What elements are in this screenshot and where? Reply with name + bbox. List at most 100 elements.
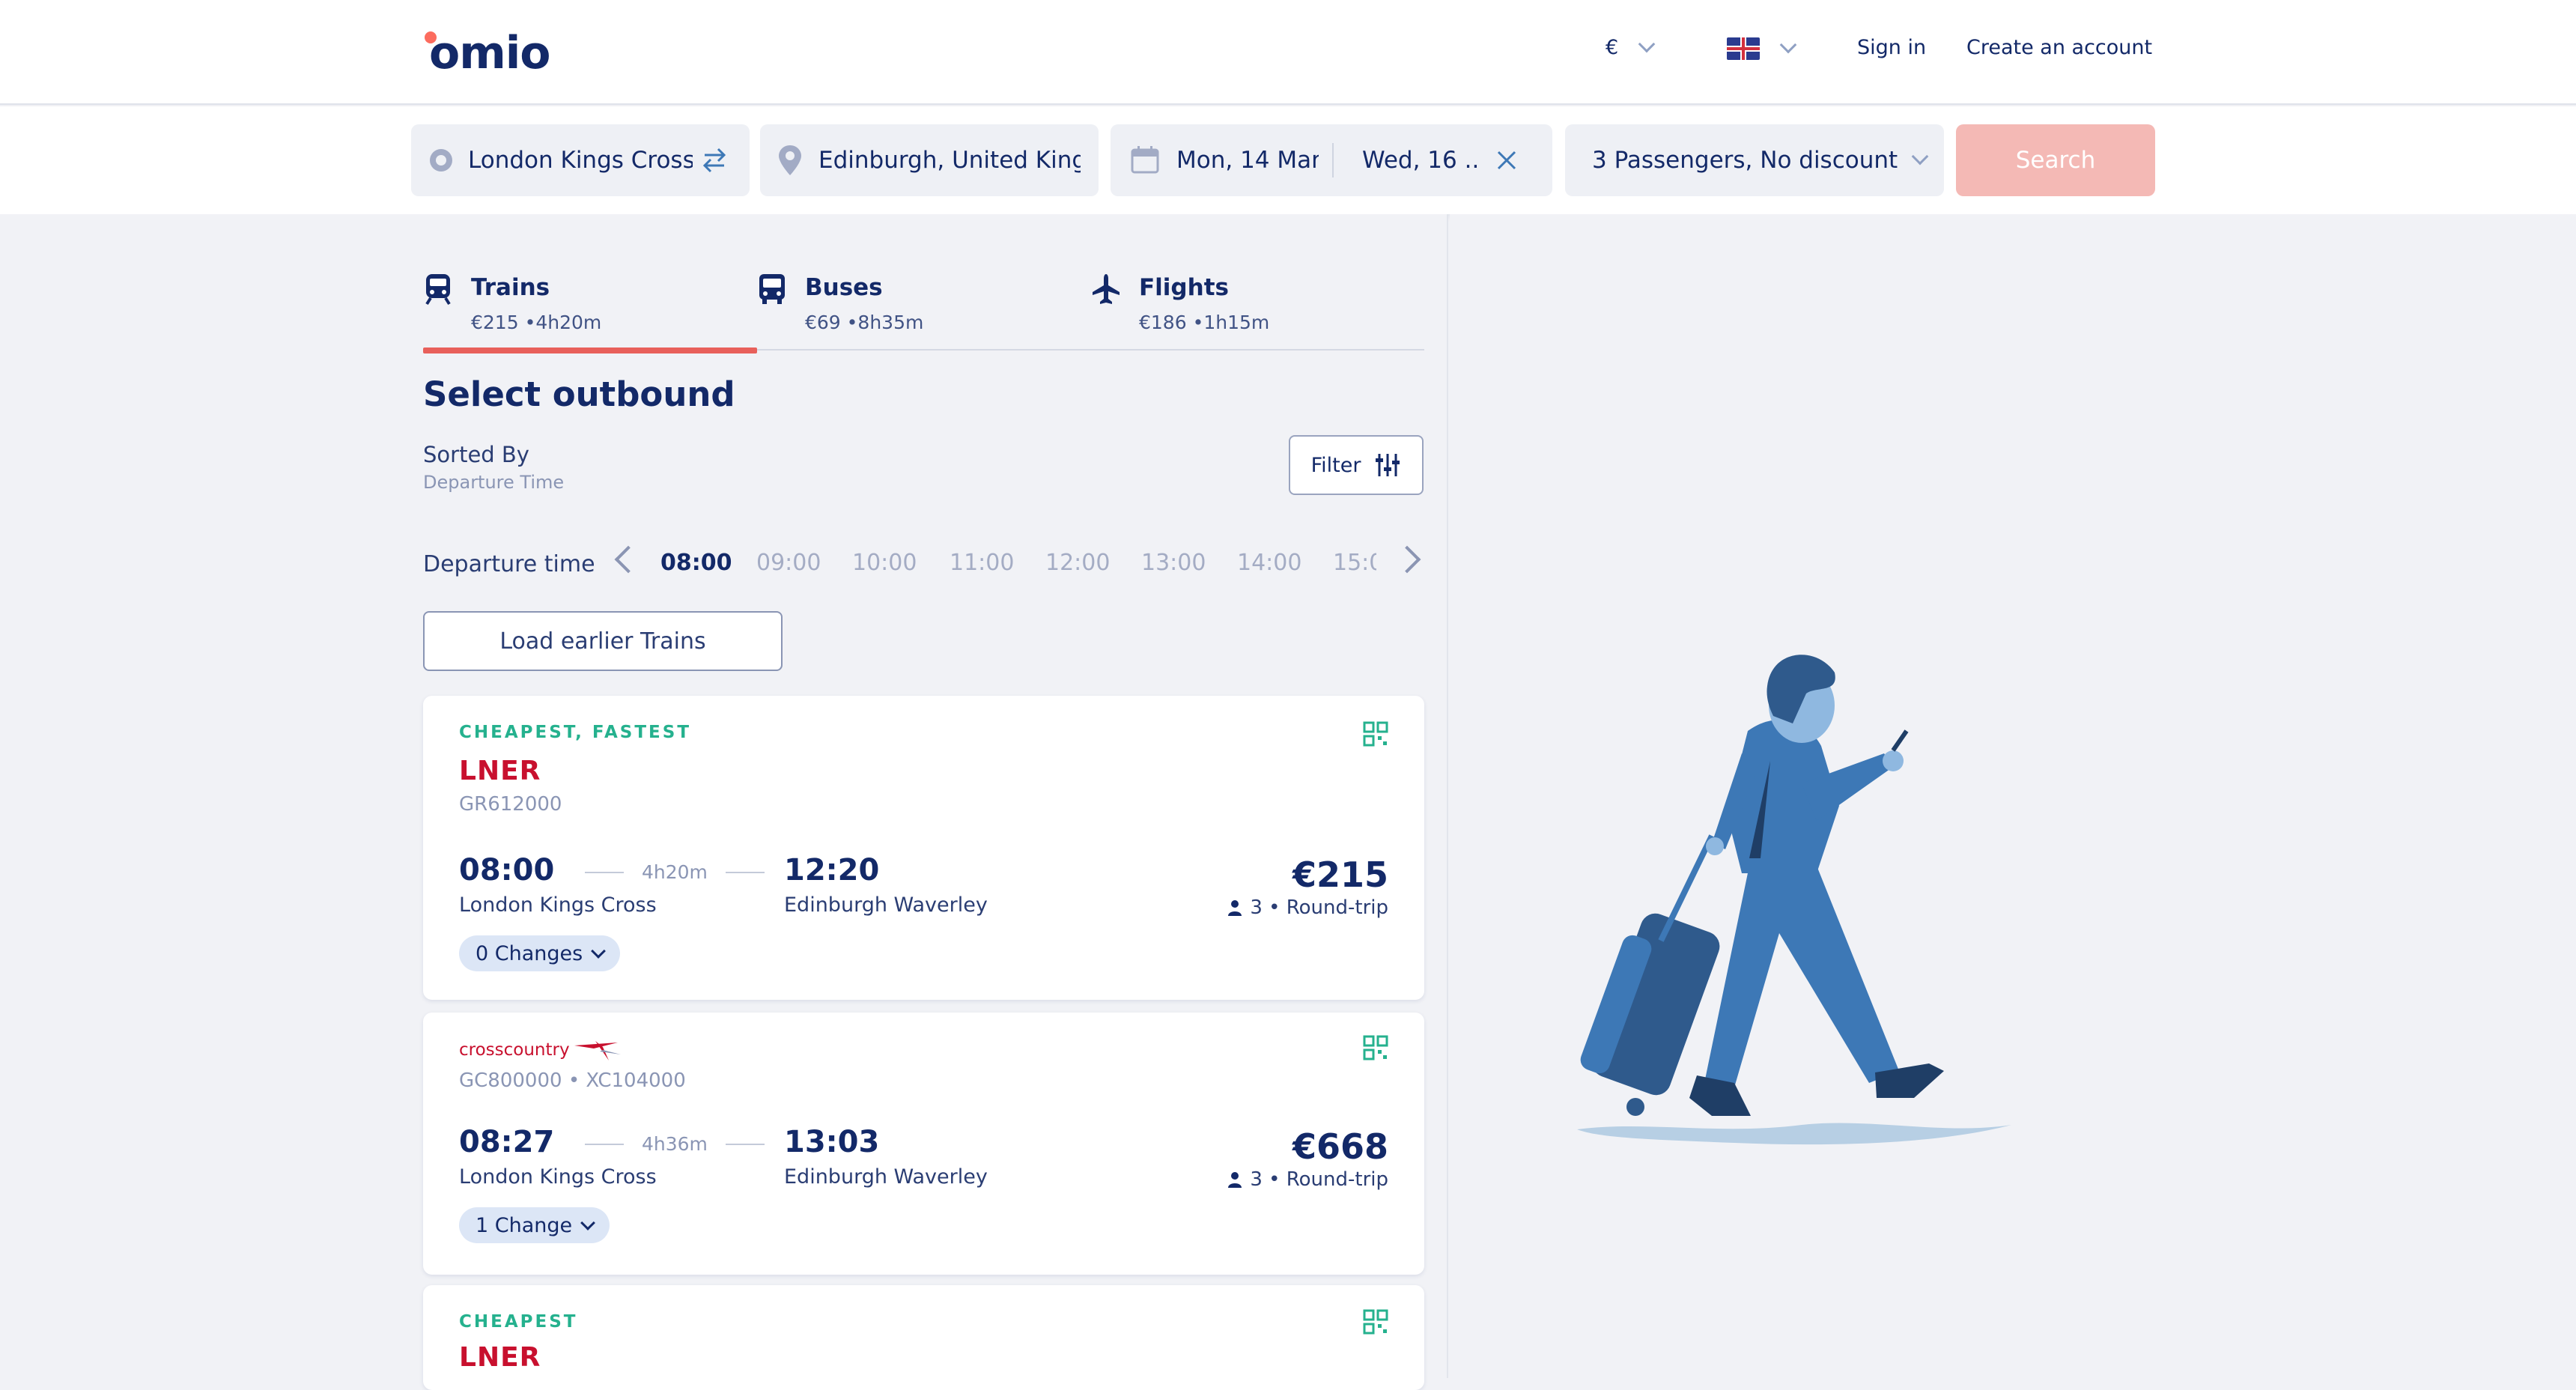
logo-text: omio [429, 27, 551, 79]
time-slot[interactable]: 08:00 [660, 550, 732, 576]
duration-value: 4h36m [642, 1133, 708, 1155]
illustration-panel [1450, 214, 2576, 1378]
sorted-by-value[interactable]: Departure Time [423, 472, 564, 493]
time-slot[interactable]: 09:00 [756, 550, 821, 576]
arrival-station: Edinburgh Waverley [784, 1165, 988, 1189]
arrival-time: 13:03 [784, 1125, 880, 1159]
chevron-down-icon [591, 944, 607, 959]
departure-station: London Kings Cross [459, 1165, 657, 1189]
uk-flag-icon [1727, 37, 1760, 60]
departure-time-strip: 08:00 09:00 10:00 11:00 12:00 13:00 14:0… [608, 535, 1432, 587]
passengers-value: 3 Passengers, No discount card [1592, 147, 1904, 174]
result-badge: CHEAPEST, FASTEST [459, 723, 692, 742]
date-divider [1332, 143, 1334, 177]
changes-text: 1 Change [476, 1213, 573, 1237]
origin-circle-icon [430, 149, 452, 172]
search-bar: London Kings Cross, Edinburgh, United Ki… [0, 106, 2576, 214]
currency-selector[interactable]: € [1606, 35, 1656, 59]
mobile-ticket-icon [1363, 1309, 1388, 1335]
plane-icon [1093, 274, 1120, 304]
chevron-down-icon [1911, 148, 1929, 166]
time-slot[interactable]: 12:00 [1045, 550, 1110, 576]
mobile-ticket-icon [1363, 1035, 1388, 1060]
tab-flights-label: Flights [1139, 274, 1229, 301]
passenger-text: 3 • Round-trip [1250, 1168, 1388, 1191]
changes-pill[interactable]: 1 Change [459, 1207, 610, 1243]
chevron-down-icon [1779, 36, 1797, 54]
crosscountry-swoosh-icon [574, 1041, 621, 1060]
create-account-link[interactable]: Create an account [1966, 36, 2152, 59]
departure-time: 08:27 [459, 1125, 555, 1159]
traveler-illustration [1577, 655, 2011, 1145]
transport-tabs: Trains €215 •4h20m Buses €69 •8h35m Flig… [423, 259, 1425, 353]
bus-icon [759, 274, 785, 304]
trip-duration: 4h36m [567, 1133, 783, 1155]
tab-trains[interactable]: Trains €215 •4h20m [423, 259, 757, 353]
sign-in-link[interactable]: Sign in [1857, 36, 1926, 59]
arrival-station: Edinburgh Waverley [784, 893, 988, 917]
results-panel: Trains €215 •4h20m Buses €69 •8h35m Flig… [0, 214, 1448, 1390]
return-date[interactable]: Wed, 16 ... [1362, 147, 1479, 174]
destination-field[interactable]: Edinburgh, United Kingdom [760, 124, 1099, 196]
clear-return-icon[interactable] [1495, 149, 1518, 172]
operator-name: crosscountry [459, 1040, 570, 1060]
destination-value: Edinburgh, United Kingdom [818, 147, 1081, 174]
page-title: Select outbound [423, 374, 735, 414]
time-slot[interactable]: 15:0 [1333, 550, 1376, 576]
sliders-icon [1376, 454, 1400, 476]
sorted-by-label: Sorted By [423, 442, 529, 467]
currency-symbol: € [1606, 36, 1619, 59]
result-card[interactable]: CHEAPEST LNER [423, 1285, 1424, 1390]
filter-button[interactable]: Filter [1289, 435, 1424, 495]
tab-buses[interactable]: Buses €69 •8h35m [757, 259, 1091, 350]
time-slot[interactable]: 11:00 [950, 550, 1014, 576]
chevron-left-icon[interactable] [614, 545, 643, 574]
operator-logo: crosscountry [459, 1038, 622, 1062]
result-card[interactable]: CHEAPEST, FASTEST LNER GR612000 08:00 4h… [423, 696, 1424, 1000]
operator-logo: LNER [459, 756, 541, 786]
tab-trains-label: Trains [471, 274, 550, 301]
time-slot[interactable]: 14:00 [1237, 550, 1301, 576]
person-icon [1228, 1172, 1242, 1188]
load-earlier-button[interactable]: Load earlier Trains [423, 611, 783, 671]
location-pin-icon [779, 145, 801, 175]
departure-time-label: Departure time [423, 551, 595, 577]
filter-label: Filter [1310, 453, 1361, 477]
origin-value: London Kings Cross, [468, 147, 693, 174]
departure-station: London Kings Cross [459, 893, 657, 917]
result-badge: CHEAPEST [459, 1312, 578, 1332]
person-icon [1228, 900, 1242, 916]
top-navigation: omio € Sign in Create an account [0, 0, 2576, 105]
passengers-field[interactable]: 3 Passengers, No discount card [1565, 124, 1944, 196]
swap-icon[interactable] [700, 146, 729, 174]
chevron-down-icon [1638, 35, 1656, 52]
changes-text: 0 Changes [476, 941, 583, 965]
tab-buses-label: Buses [805, 274, 883, 301]
result-card[interactable]: crosscountry GC800000 • XC104000 08:27 4… [423, 1013, 1424, 1275]
duration-value: 4h20m [642, 861, 708, 883]
train-code: GC800000 • XC104000 [459, 1069, 686, 1092]
date-field[interactable]: Mon, 14 Mar Wed, 16 ... [1111, 124, 1552, 196]
train-icon [425, 274, 451, 306]
train-code: GR612000 [459, 793, 562, 816]
time-slot[interactable]: 13:00 [1141, 550, 1206, 576]
search-button[interactable]: Search [1956, 124, 2155, 196]
passenger-text: 3 • Round-trip [1250, 896, 1388, 919]
chevron-right-icon[interactable] [1393, 545, 1421, 574]
trip-duration: 4h20m [567, 861, 783, 883]
tab-buses-summary: €69 •8h35m [805, 312, 924, 333]
tab-flights[interactable]: Flights €186 •1h15m [1091, 259, 1425, 350]
tab-trains-summary: €215 •4h20m [471, 312, 602, 333]
arrival-time: 12:20 [784, 853, 880, 887]
changes-pill[interactable]: 0 Changes [459, 935, 621, 971]
chevron-down-icon [580, 1216, 596, 1230]
time-slot[interactable]: 10:00 [852, 550, 917, 576]
language-selector[interactable] [1727, 36, 1797, 60]
price: €668 [1292, 1126, 1388, 1167]
price: €215 [1292, 855, 1388, 895]
passenger-info: 3 • Round-trip [1227, 1168, 1388, 1191]
departure-time: 08:00 [459, 853, 555, 887]
depart-date[interactable]: Mon, 14 Mar [1176, 147, 1319, 174]
mobile-ticket-icon [1363, 721, 1388, 747]
origin-field[interactable]: London Kings Cross, [411, 124, 750, 196]
